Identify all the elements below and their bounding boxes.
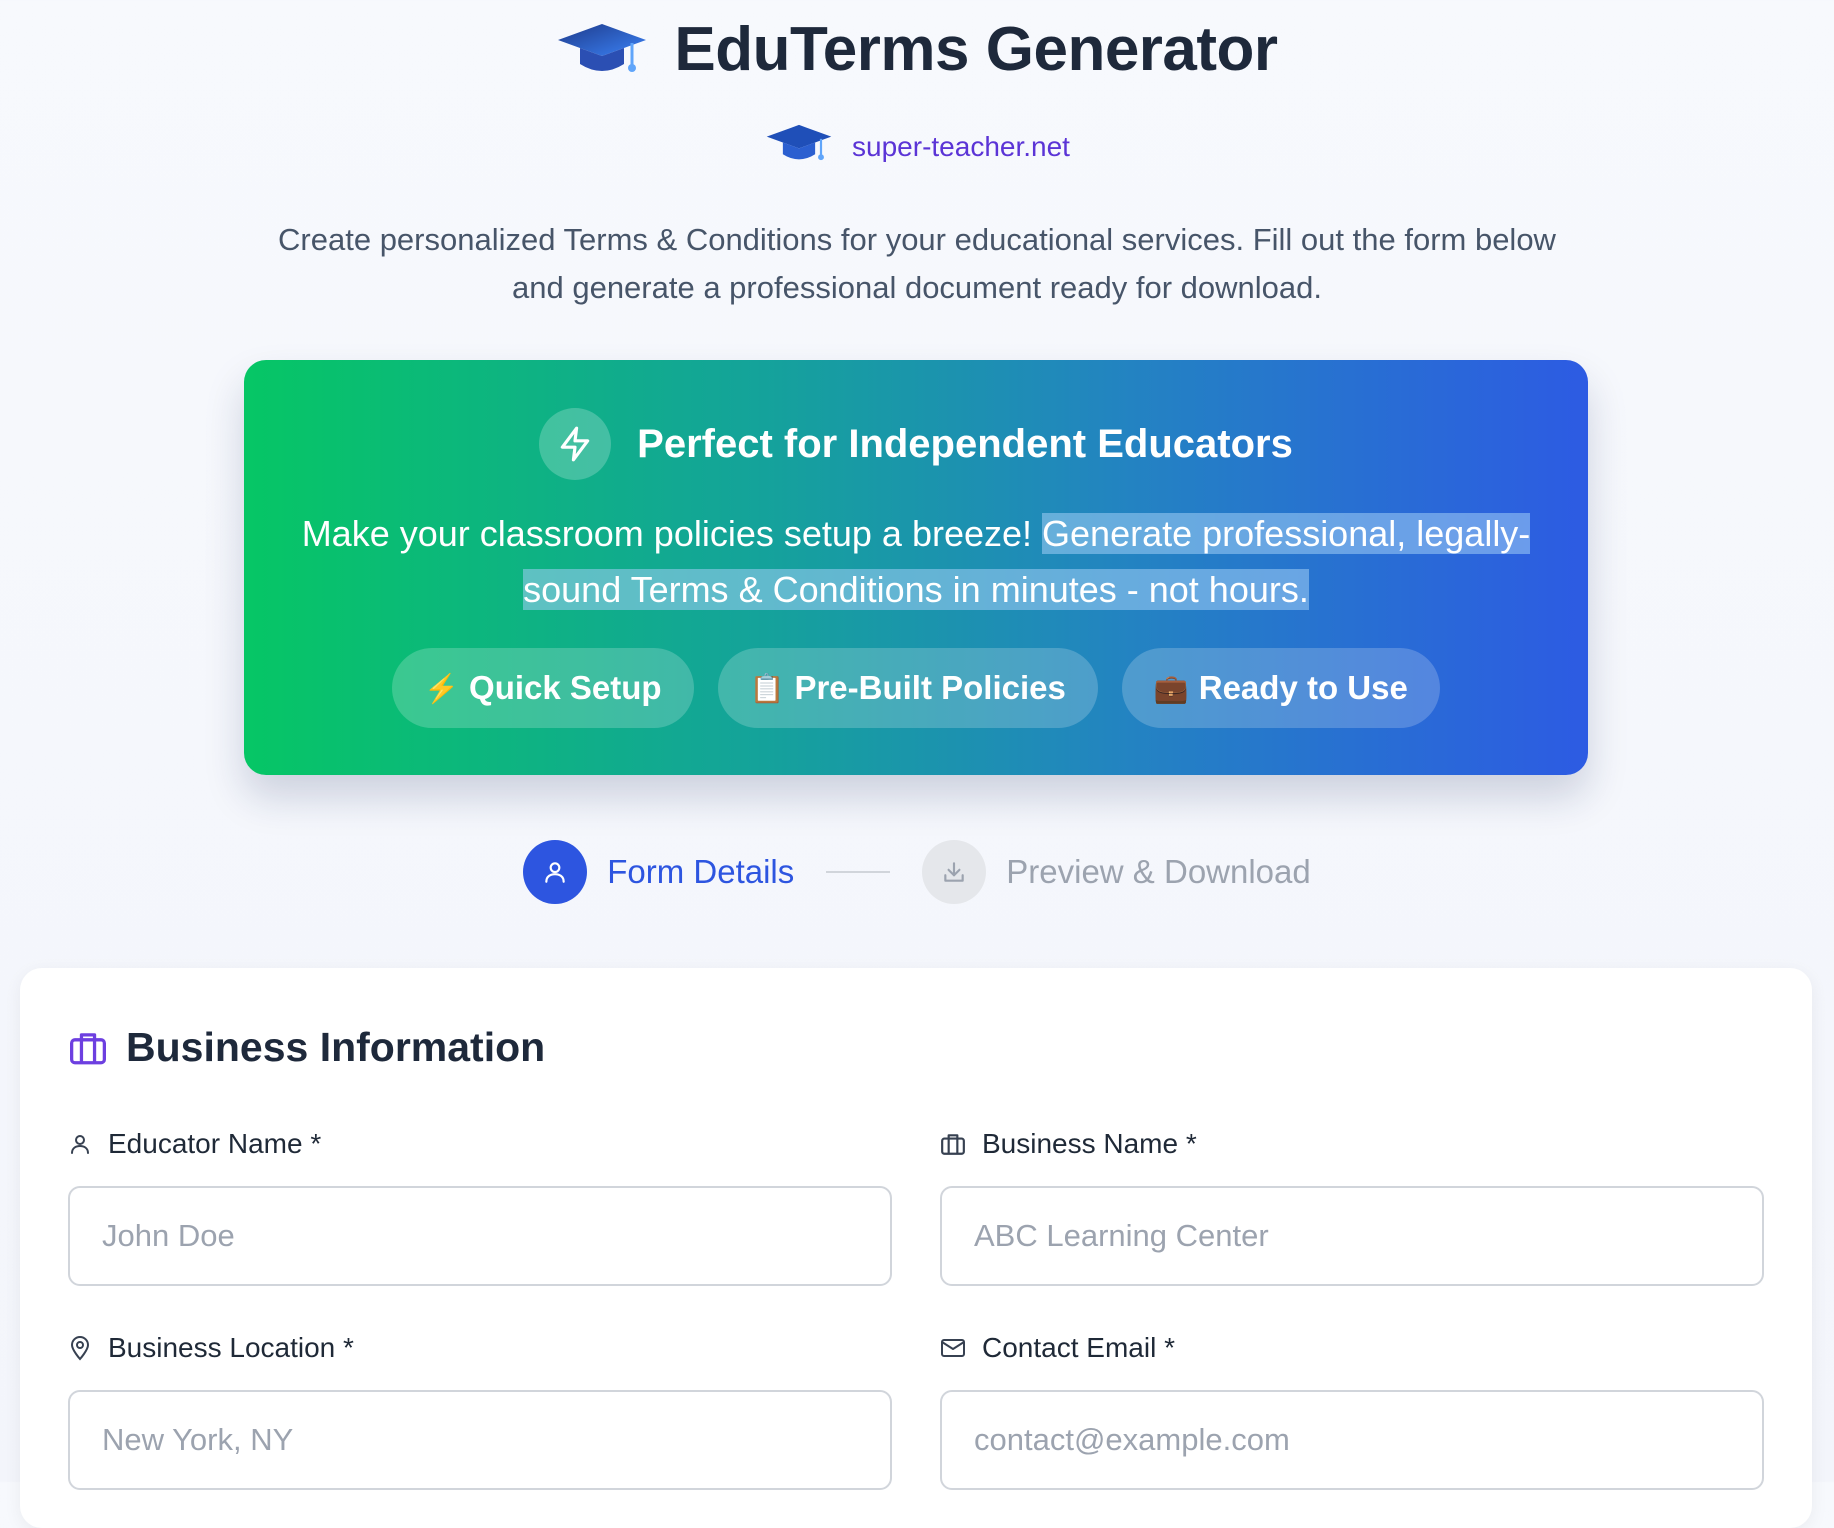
promo-banner: Perfect for Independent Educators Make y… (244, 360, 1588, 775)
app-header: EduTerms Generator (0, 14, 1834, 85)
field-label: Contact Email * (940, 1328, 1764, 1368)
app-title: EduTerms Generator (674, 15, 1278, 84)
contact-email-input[interactable] (940, 1390, 1764, 1490)
briefcase-icon (68, 1030, 108, 1066)
clipboard-emoji-icon: 📋 (749, 672, 785, 704)
download-icon (922, 840, 987, 904)
user-icon (68, 1132, 92, 1156)
business-location-input[interactable] (68, 1390, 892, 1490)
business-location-field: Business Location * (68, 1328, 892, 1490)
user-icon (523, 840, 588, 904)
lightning-emoji-icon: ⚡ (424, 672, 460, 704)
educator-name-field: Educator Name * (68, 1124, 892, 1286)
promo-text-plain: Make your classroom policies setup a bre… (301, 513, 1043, 554)
graduation-cap-icon (764, 122, 834, 171)
business-info-card: Business Information Educator Name * Joh… (20, 968, 1812, 1528)
field-label: Business Name * (940, 1124, 1764, 1164)
map-pin-icon (68, 1335, 92, 1361)
site-link[interactable]: super-teacher.net (852, 131, 1070, 163)
pill-ready-to-use[interactable]: 💼 Ready to Use (1121, 648, 1440, 728)
contact-email-field: Contact Email * (940, 1328, 1764, 1490)
step-label: Preview & Download (1006, 853, 1311, 890)
page: EduTerms Generator super-teacher.net Cre… (0, 0, 1834, 1528)
pill-quick-setup[interactable]: ⚡ Quick Setup (392, 648, 694, 728)
business-location-label: Business Location * (108, 1332, 354, 1363)
pill-label: Pre-Built Policies (794, 669, 1066, 706)
step-preview-download[interactable]: Preview & Download (922, 840, 1311, 904)
educator-name-input[interactable] (68, 1186, 892, 1286)
section-header: Business Information (68, 1024, 545, 1071)
step-form-details[interactable]: Form Details (523, 840, 794, 904)
building-icon (940, 1132, 966, 1156)
pill-label: Ready to Use (1198, 669, 1408, 706)
site-row: super-teacher.net (0, 122, 1834, 171)
contact-email-label: Contact Email * (982, 1332, 1175, 1363)
lightning-bolt-icon (539, 408, 612, 480)
educator-name-label: Educator Name * (108, 1128, 322, 1159)
stepper: Form Details Preview & Download (0, 840, 1834, 904)
business-name-label: Business Name * (982, 1128, 1197, 1159)
promo-header: Perfect for Independent Educators (244, 408, 1588, 480)
promo-title: Perfect for Independent Educators (637, 421, 1293, 466)
business-name-input[interactable] (940, 1186, 1764, 1286)
intro-text: Create personalized Terms & Conditions f… (278, 222, 1556, 305)
field-label: Business Location * (68, 1328, 892, 1368)
field-label: Educator Name * (68, 1124, 892, 1164)
pill-label: Quick Setup (469, 669, 662, 706)
briefcase-emoji-icon: 💼 (1153, 672, 1189, 704)
mail-icon (940, 1337, 966, 1359)
step-label: Form Details (607, 853, 795, 890)
business-name-field: Business Name * (940, 1124, 1764, 1286)
promo-text: Make your classroom policies setup a bre… (284, 506, 1548, 618)
step-connector (826, 871, 891, 873)
graduation-cap-icon (556, 20, 648, 80)
feature-pills: ⚡ Quick Setup 📋 Pre-Built Policies 💼 Rea… (244, 648, 1588, 728)
section-title: Business Information (126, 1024, 546, 1070)
pill-pre-built-policies[interactable]: 📋 Pre-Built Policies (717, 648, 1098, 728)
